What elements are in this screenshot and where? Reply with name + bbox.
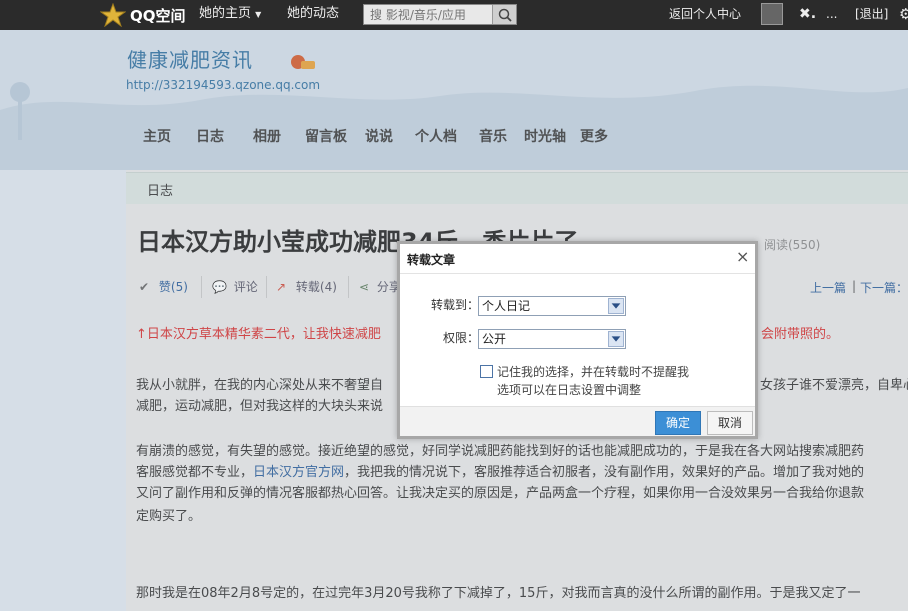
remember-checkbox[interactable]: [480, 365, 493, 378]
permission-label: 权限：: [443, 331, 480, 345]
personal-center-link[interactable]: 返回个人中心: [669, 0, 741, 30]
brand-label: QQ空间: [130, 6, 186, 25]
dropdown-arrow-icon: [608, 331, 624, 347]
permission-select[interactable]: 公开: [478, 329, 626, 349]
dropdown-arrow-icon: [608, 298, 624, 314]
her-home-menu[interactable]: 她的主页 ▼: [199, 0, 261, 30]
qzone-logo[interactable]: QQ空间: [100, 3, 186, 27]
repost-to-label: 转载到：: [431, 298, 480, 312]
search-button[interactable]: [492, 5, 516, 24]
dialog-title: 转载文章: [407, 253, 456, 267]
more-dots[interactable]: ...: [826, 0, 837, 30]
close-icon[interactable]: ×: [736, 249, 750, 265]
repost-to-select[interactable]: 个人日记: [478, 296, 626, 316]
permission-value: 公开: [482, 332, 507, 346]
top-bar: QQ空间 她的主页 ▼ 她的动态 返回个人中心 ✖. ... [退出] ⚙: [0, 0, 908, 30]
gear-icon[interactable]: ⚙: [899, 0, 908, 30]
cancel-button[interactable]: 取消: [707, 411, 753, 435]
logout-link[interactable]: [退出]: [855, 0, 888, 30]
tools-icon[interactable]: ✖.: [799, 0, 816, 30]
confirm-button[interactable]: 确定: [655, 411, 701, 435]
search-icon: [498, 8, 512, 22]
her-feed-link[interactable]: 她的动态: [287, 0, 339, 30]
star-logo-icon: [100, 3, 126, 27]
dialog-footer: [400, 406, 755, 436]
repost-dialog: 转载文章 × 转载到： 个人日记 权限： 公开 记住我的选择，并在转载时不提醒我…: [397, 241, 758, 439]
avatar[interactable]: [761, 3, 783, 25]
her-home-label: 她的主页: [199, 6, 252, 21]
search-box: [363, 4, 517, 25]
dialog-header: 转载文章 ×: [400, 244, 755, 274]
settings-hint-text: 选项可以在日志设置中调整: [497, 383, 642, 397]
chevron-down-icon: ▼: [255, 10, 262, 19]
repost-to-value: 个人日记: [482, 299, 531, 313]
remember-choice-text: 记住我的选择，并在转载时不提醒我: [497, 365, 690, 379]
search-input[interactable]: [364, 5, 490, 24]
